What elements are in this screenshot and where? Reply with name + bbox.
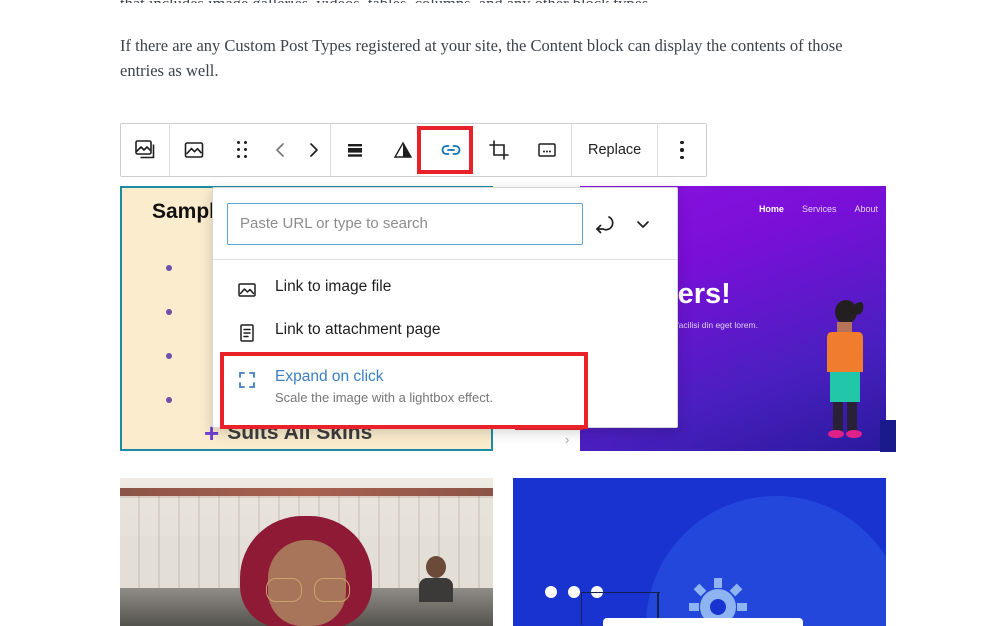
toolbar-group-format bbox=[331, 124, 572, 176]
gallery-icon[interactable] bbox=[121, 124, 169, 176]
photo-background-person bbox=[419, 556, 453, 602]
crop-icon[interactable] bbox=[475, 124, 523, 176]
article-paragraph: If there are any Custom Post Types regis… bbox=[120, 36, 843, 80]
chevron-down-icon[interactable] bbox=[623, 203, 663, 245]
bullet-dot-icon bbox=[166, 309, 172, 315]
gallery-image-blue-graphic[interactable] bbox=[513, 478, 886, 626]
toolbar-group-block-type bbox=[121, 124, 170, 176]
hero-nav-services: Services bbox=[801, 204, 837, 214]
screenshot-root: that includes image galleries, videos, t… bbox=[0, 0, 1000, 626]
image-icon[interactable] bbox=[170, 124, 218, 176]
link-settings-popover: Link to image file Link to attachment pa… bbox=[212, 187, 678, 428]
photo-glasses bbox=[266, 578, 350, 602]
align-icon[interactable] bbox=[331, 124, 379, 176]
next-arrow-icon: › bbox=[565, 432, 570, 447]
blue-panel bbox=[603, 618, 803, 626]
hero-nav: Home Services About bbox=[759, 204, 878, 214]
link-url-input[interactable] bbox=[227, 202, 583, 245]
duotone-icon[interactable] bbox=[379, 124, 427, 176]
expand-on-click-icon bbox=[235, 368, 259, 391]
gallery-image-portrait[interactable] bbox=[120, 478, 493, 626]
toolbar-group-move bbox=[170, 124, 331, 176]
more-options-icon[interactable] bbox=[658, 124, 706, 176]
move-previous-icon[interactable] bbox=[266, 124, 296, 176]
block-toolbar: Replace bbox=[120, 123, 708, 177]
article-clipped-line: that includes image galleries, videos, t… bbox=[120, 0, 880, 3]
bullet-dot-icon bbox=[166, 265, 172, 271]
bullet-dot-icon bbox=[166, 353, 172, 359]
bullet-dot-icon bbox=[166, 397, 172, 403]
link-options-menu: Link to image file Link to attachment pa… bbox=[213, 260, 677, 421]
menu-item-expand-on-click[interactable]: Expand on click Scale the image with a l… bbox=[213, 354, 677, 421]
navy-chip bbox=[880, 420, 896, 452]
hero-nav-home: Home bbox=[758, 204, 784, 214]
toolbar-group-replace: Replace bbox=[572, 124, 659, 176]
submit-arrow-icon[interactable] bbox=[583, 203, 623, 245]
person-illustration-icon bbox=[827, 300, 864, 438]
menu-item-label: Expand on click bbox=[275, 368, 384, 385]
blue-mound-shape bbox=[646, 496, 886, 626]
replace-button[interactable]: Replace bbox=[572, 124, 657, 176]
move-next-icon[interactable] bbox=[296, 124, 330, 176]
menu-item-label: Link to attachment page bbox=[275, 321, 441, 338]
decorative-red-rule bbox=[515, 428, 583, 430]
image-file-icon bbox=[235, 278, 259, 301]
drag-handle-icon[interactable] bbox=[218, 124, 266, 176]
menu-item-description: Scale the image with a lightbox effect. bbox=[275, 390, 493, 405]
attachment-page-icon bbox=[235, 321, 259, 344]
hero-nav-about: About bbox=[854, 204, 878, 214]
caption-icon[interactable] bbox=[523, 124, 571, 176]
toolbar-group-options bbox=[658, 124, 706, 176]
menu-item-label: Link to image file bbox=[275, 278, 392, 295]
link-url-row bbox=[213, 188, 677, 260]
menu-item-link-to-image-file[interactable]: Link to image file bbox=[213, 268, 677, 311]
link-icon[interactable] bbox=[427, 124, 475, 176]
menu-item-link-to-attachment-page[interactable]: Link to attachment page bbox=[213, 311, 677, 354]
